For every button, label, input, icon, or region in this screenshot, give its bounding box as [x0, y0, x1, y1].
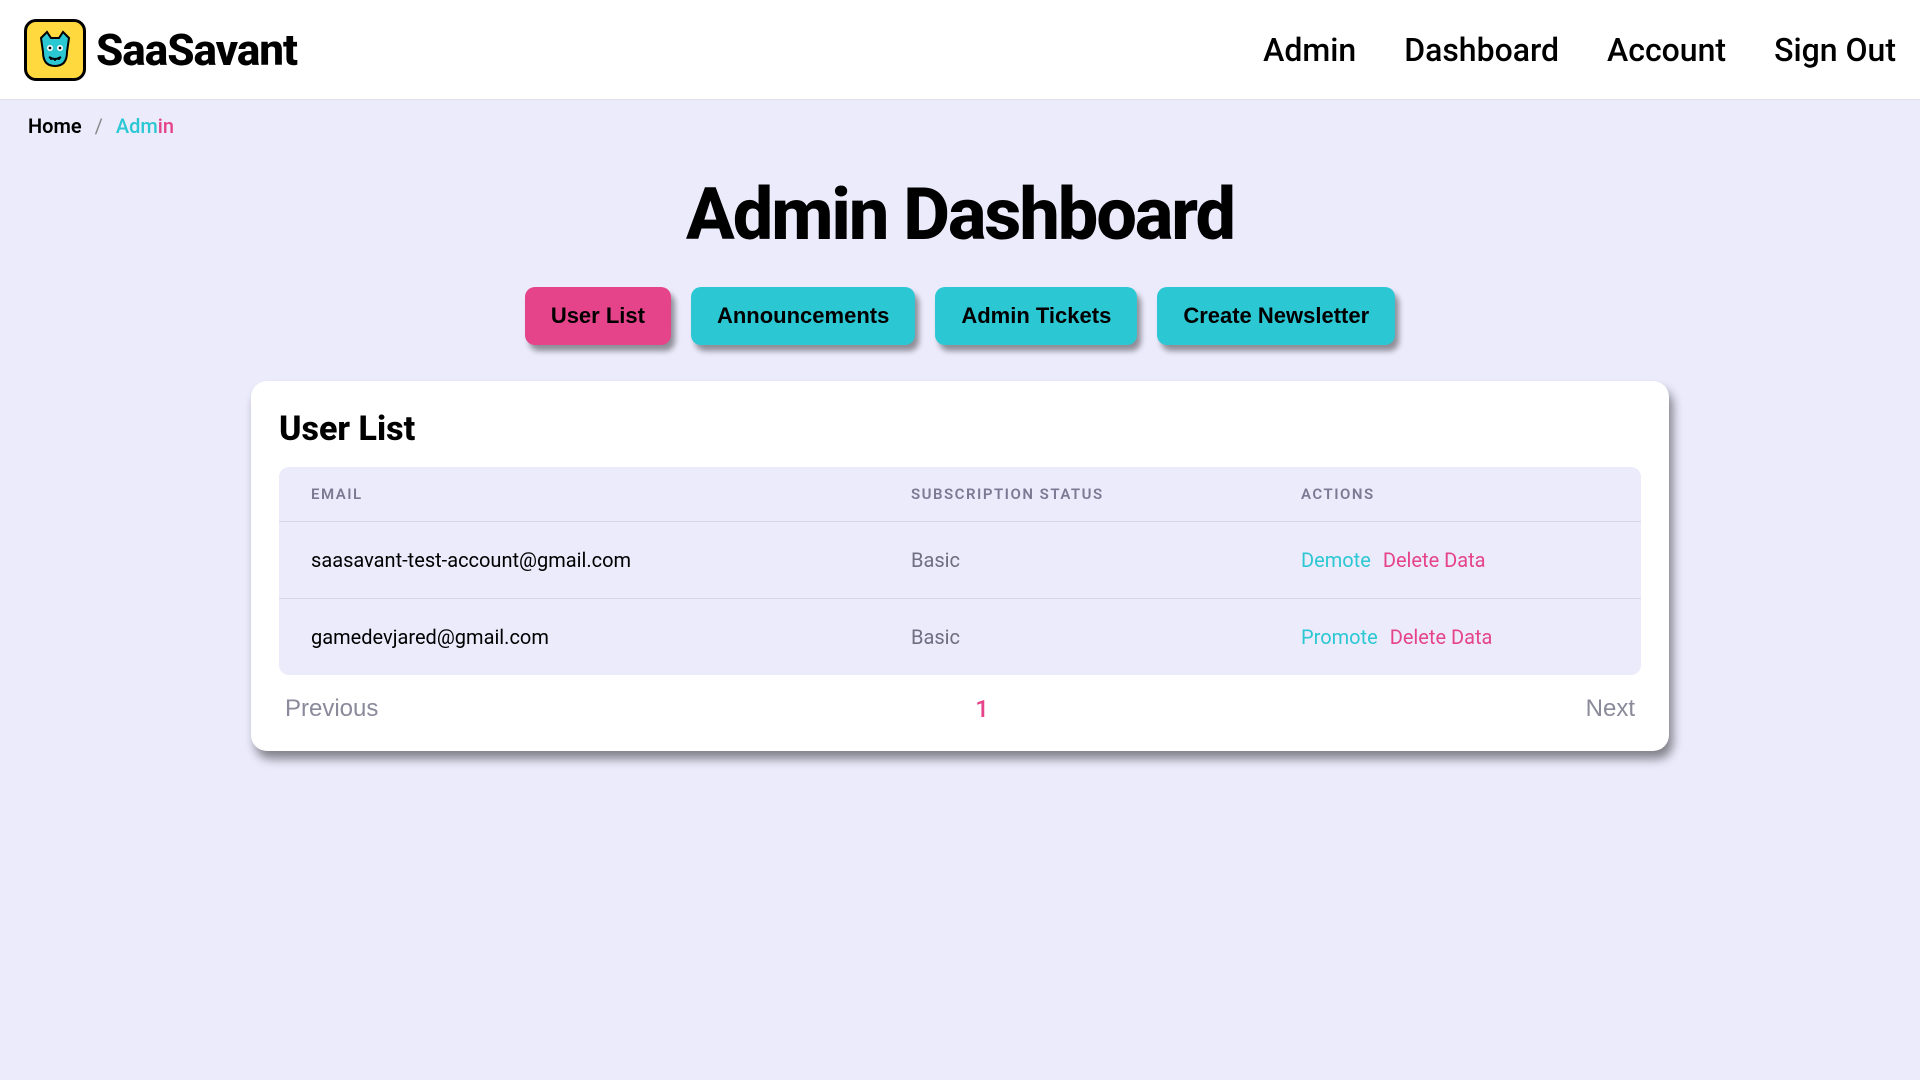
cell-email: gamedevjared@gmail.com [311, 625, 911, 649]
cell-actions: Promote Delete Data [1301, 625, 1609, 649]
nav-account[interactable]: Account [1607, 31, 1726, 69]
table-row: gamedevjared@gmail.com Basic Promote Del… [279, 599, 1641, 675]
top-nav: Admin Dashboard Account Sign Out [1263, 31, 1896, 69]
cell-subscription: Basic [911, 548, 1301, 572]
pager-next[interactable]: Next [1586, 695, 1635, 723]
col-email: EMAIL [311, 485, 911, 503]
tab-user-list[interactable]: User List [525, 287, 671, 345]
col-actions: ACTIONS [1301, 485, 1609, 503]
breadcrumb-home[interactable]: Home [28, 114, 82, 138]
table-row: saasavant-test-account@gmail.com Basic D… [279, 522, 1641, 599]
page-title: Admin Dashboard [0, 172, 1920, 257]
brand-name: SaaSavant [96, 24, 297, 76]
breadcrumb-separator: / [95, 114, 103, 138]
cell-actions: Demote Delete Data [1301, 548, 1609, 572]
pager-previous[interactable]: Previous [285, 695, 378, 723]
user-list-title: User List [279, 409, 1641, 449]
action-delete[interactable]: Delete Data [1390, 625, 1493, 649]
cell-email: saasavant-test-account@gmail.com [311, 548, 911, 572]
admin-tabs: User List Announcements Admin Tickets Cr… [0, 287, 1920, 345]
col-subscription: SUBSCRIPTION STATUS [911, 485, 1301, 503]
nav-dashboard[interactable]: Dashboard [1404, 31, 1559, 69]
header: SaaSavant Admin Dashboard Account Sign O… [0, 0, 1920, 100]
tab-announcements[interactable]: Announcements [691, 287, 915, 345]
brand-logo-icon [24, 19, 86, 81]
action-demote[interactable]: Demote [1301, 548, 1371, 572]
breadcrumb: Home / Admin [0, 100, 1920, 152]
pager-page-number[interactable]: 1 [975, 695, 989, 723]
pagination: Previous 1 Next [279, 695, 1641, 729]
breadcrumb-current: Admin [116, 114, 174, 138]
user-table: EMAIL SUBSCRIPTION STATUS ACTIONS saasav… [279, 467, 1641, 675]
action-promote[interactable]: Promote [1301, 625, 1378, 649]
table-header: EMAIL SUBSCRIPTION STATUS ACTIONS [279, 467, 1641, 522]
cell-subscription: Basic [911, 625, 1301, 649]
user-list-card: User List EMAIL SUBSCRIPTION STATUS ACTI… [251, 381, 1669, 751]
nav-admin[interactable]: Admin [1263, 31, 1356, 69]
tab-admin-tickets[interactable]: Admin Tickets [935, 287, 1137, 345]
action-delete[interactable]: Delete Data [1383, 548, 1486, 572]
tab-create-newsletter[interactable]: Create Newsletter [1157, 287, 1395, 345]
logo-group[interactable]: SaaSavant [24, 19, 297, 81]
nav-signout[interactable]: Sign Out [1774, 31, 1896, 69]
